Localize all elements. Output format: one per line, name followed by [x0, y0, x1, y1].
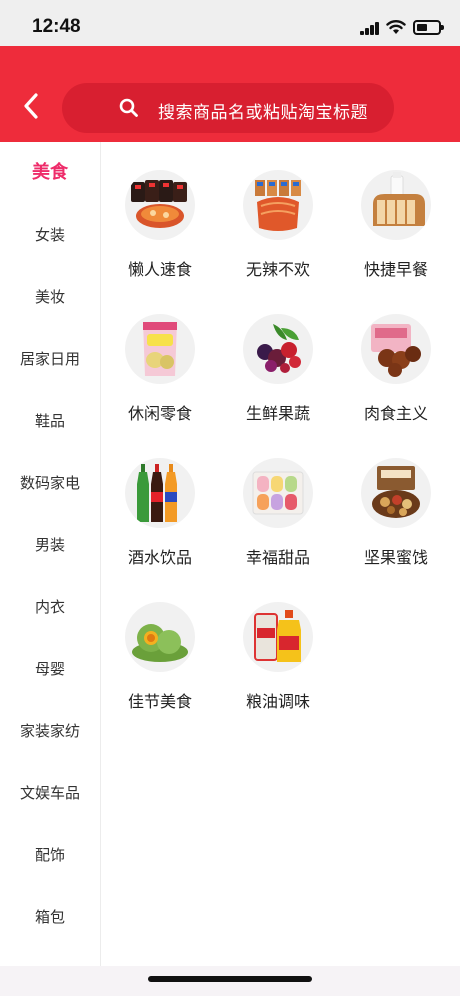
sidebar-item-jujia[interactable]: 居家日用	[0, 328, 100, 390]
category-label: 粮油调味	[245, 692, 310, 711]
sidebar-item-wenyu[interactable]: 文娱车品	[0, 762, 100, 824]
category-label: 快捷早餐	[363, 260, 428, 279]
category-tile[interactable]: 无辣不欢	[223, 142, 333, 279]
soda-bottles-icon	[125, 458, 195, 528]
sidebar-item-shuma[interactable]: 数码家电	[0, 452, 100, 514]
sidebar-item-nvzhuang[interactable]: 女装	[0, 204, 100, 266]
meat-snack-icon	[361, 314, 431, 384]
category-label: 酒水饮品	[127, 548, 192, 567]
nuts-box-icon	[361, 458, 431, 528]
category-label: 懒人速食	[127, 260, 192, 279]
instant-noodles-icon	[125, 170, 195, 240]
sidebar-item-peishi[interactable]: 配饰	[0, 824, 100, 886]
category-tile[interactable]: 快捷早餐	[341, 142, 451, 279]
battery-icon	[413, 20, 444, 35]
wifi-icon	[386, 20, 406, 34]
sidebar-item-neiyi[interactable]: 内衣	[0, 576, 100, 638]
sidebar-item-meishi[interactable]: 美食	[0, 142, 100, 204]
subcategory-grid: 懒人速食 无辣不欢 快捷早餐 休闲零食 生鲜果蔬 肉食主义 酒水饮品 幸福甜品 …	[101, 142, 460, 966]
home-indicator[interactable]	[148, 976, 312, 982]
search-input[interactable]: 搜索商品名或粘贴淘宝标题	[62, 83, 394, 133]
cellular-signal-icon	[360, 22, 380, 35]
search-icon	[119, 98, 138, 117]
berries-icon	[243, 314, 313, 384]
category-tile[interactable]: 生鲜果蔬	[223, 286, 333, 423]
category-sidebar: 美食 女装 美妆 居家日用 鞋品 数码家电 男装 内衣 母婴 家装家纺 文娱车品…	[0, 142, 101, 966]
status-bar: 12:48	[0, 0, 460, 46]
category-label: 生鲜果蔬	[245, 404, 310, 423]
status-time: 12:48	[32, 16, 81, 37]
sidebar-item-muying[interactable]: 母婴	[0, 638, 100, 700]
rice-oil-icon	[243, 602, 313, 672]
category-label: 佳节美食	[127, 692, 192, 711]
category-label: 休闲零食	[127, 404, 192, 423]
sidebar-item-nanzhuang[interactable]: 男装	[0, 514, 100, 576]
home-indicator-area	[0, 966, 460, 996]
sidebar-item-jiazhuang[interactable]: 家装家纺	[0, 700, 100, 762]
category-label: 坚果蜜饯	[363, 548, 428, 567]
header-bar: 搜索商品名或粘贴淘宝标题	[0, 46, 460, 142]
sidebar-item-xiangbao[interactable]: 箱包	[0, 886, 100, 948]
chips-bag-icon	[125, 314, 195, 384]
category-label: 肉食主义	[363, 404, 428, 423]
category-label: 无辣不欢	[245, 260, 310, 279]
category-tile[interactable]: 酒水饮品	[105, 430, 215, 567]
search-placeholder: 搜索商品名或粘贴淘宝标题	[158, 103, 368, 123]
bread-milk-icon	[361, 170, 431, 240]
category-tile[interactable]: 佳节美食	[105, 574, 215, 711]
category-label: 幸福甜品	[245, 548, 310, 567]
sidebar-item-meizhuang[interactable]: 美妆	[0, 266, 100, 328]
sidebar-item-xiepin[interactable]: 鞋品	[0, 390, 100, 452]
chevron-left-icon	[24, 93, 38, 119]
category-tile[interactable]: 幸福甜品	[223, 430, 333, 567]
category-tile[interactable]: 休闲零食	[105, 286, 215, 423]
back-button[interactable]	[14, 86, 48, 126]
category-tile[interactable]: 坚果蜜饯	[341, 430, 451, 567]
macarons-icon	[243, 458, 313, 528]
green-dumplings-icon	[125, 602, 195, 672]
spicy-snack-icon	[243, 170, 313, 240]
category-tile[interactable]: 懒人速食	[105, 142, 215, 279]
category-tile[interactable]: 粮油调味	[223, 574, 333, 711]
category-tile[interactable]: 肉食主义	[341, 286, 451, 423]
